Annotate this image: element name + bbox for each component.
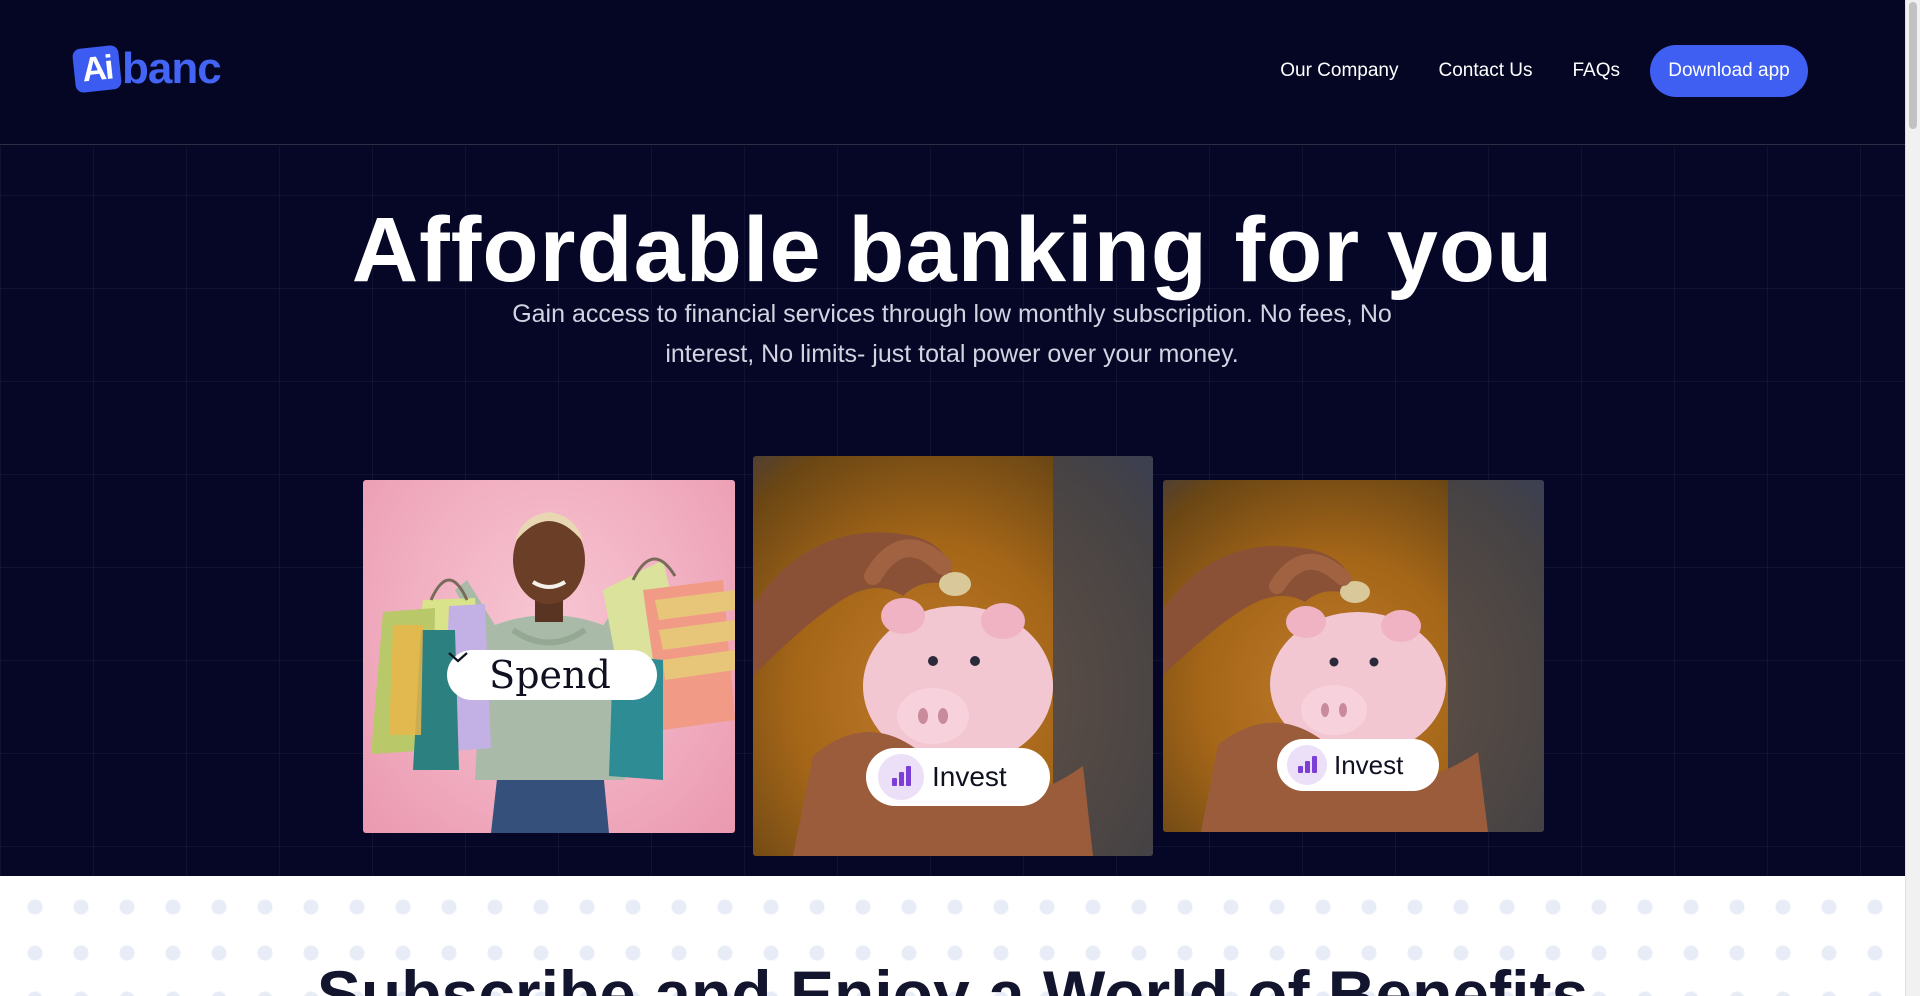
invest-label: Invest (1334, 749, 1404, 780)
spend-pill[interactable]: Spend (447, 650, 657, 700)
invest-label: Invest (932, 761, 1007, 792)
hero-subtitle: Gain access to financial services throug… (512, 300, 1392, 368)
spend-label: Spend (489, 653, 611, 697)
invest-card-small: Invest (1163, 480, 1544, 832)
invest-card-large: Invest (753, 456, 1153, 856)
main-nav: Our Company Contact Us FAQs Download app (1280, 45, 1808, 97)
logo-wordmark: banc (122, 44, 222, 93)
download-app-button[interactable]: Download app (1650, 45, 1808, 97)
nav-faqs[interactable]: FAQs (1572, 60, 1620, 82)
hero-section: Affordable banking for you Gain access t… (0, 146, 1905, 876)
nav-contact-us[interactable]: Contact Us (1439, 60, 1533, 82)
logo-mark: Ai (71, 44, 123, 94)
spend-card: Spend (363, 480, 735, 833)
bar-chart-icon (878, 754, 924, 800)
invest-pill[interactable]: Invest (866, 748, 1050, 806)
aibanc-logo[interactable]: Ai banc (71, 44, 222, 94)
invest-pill[interactable]: Invest (1277, 739, 1439, 791)
benefits-title: Subscribe and Enjoy a World of Benefits (316, 957, 1589, 996)
bar-chart-icon (1287, 745, 1327, 785)
site-header: Ai banc Our Company Contact Us FAQs Down… (0, 0, 1905, 145)
page-scrollbar[interactable] (1905, 0, 1920, 996)
nav-our-company[interactable]: Our Company (1280, 60, 1398, 82)
scrollbar-thumb[interactable] (1909, 2, 1917, 129)
benefits-section: Subscribe and Enjoy a World of Benefits (0, 876, 1905, 996)
hero-title: Affordable banking for you (351, 199, 1554, 301)
